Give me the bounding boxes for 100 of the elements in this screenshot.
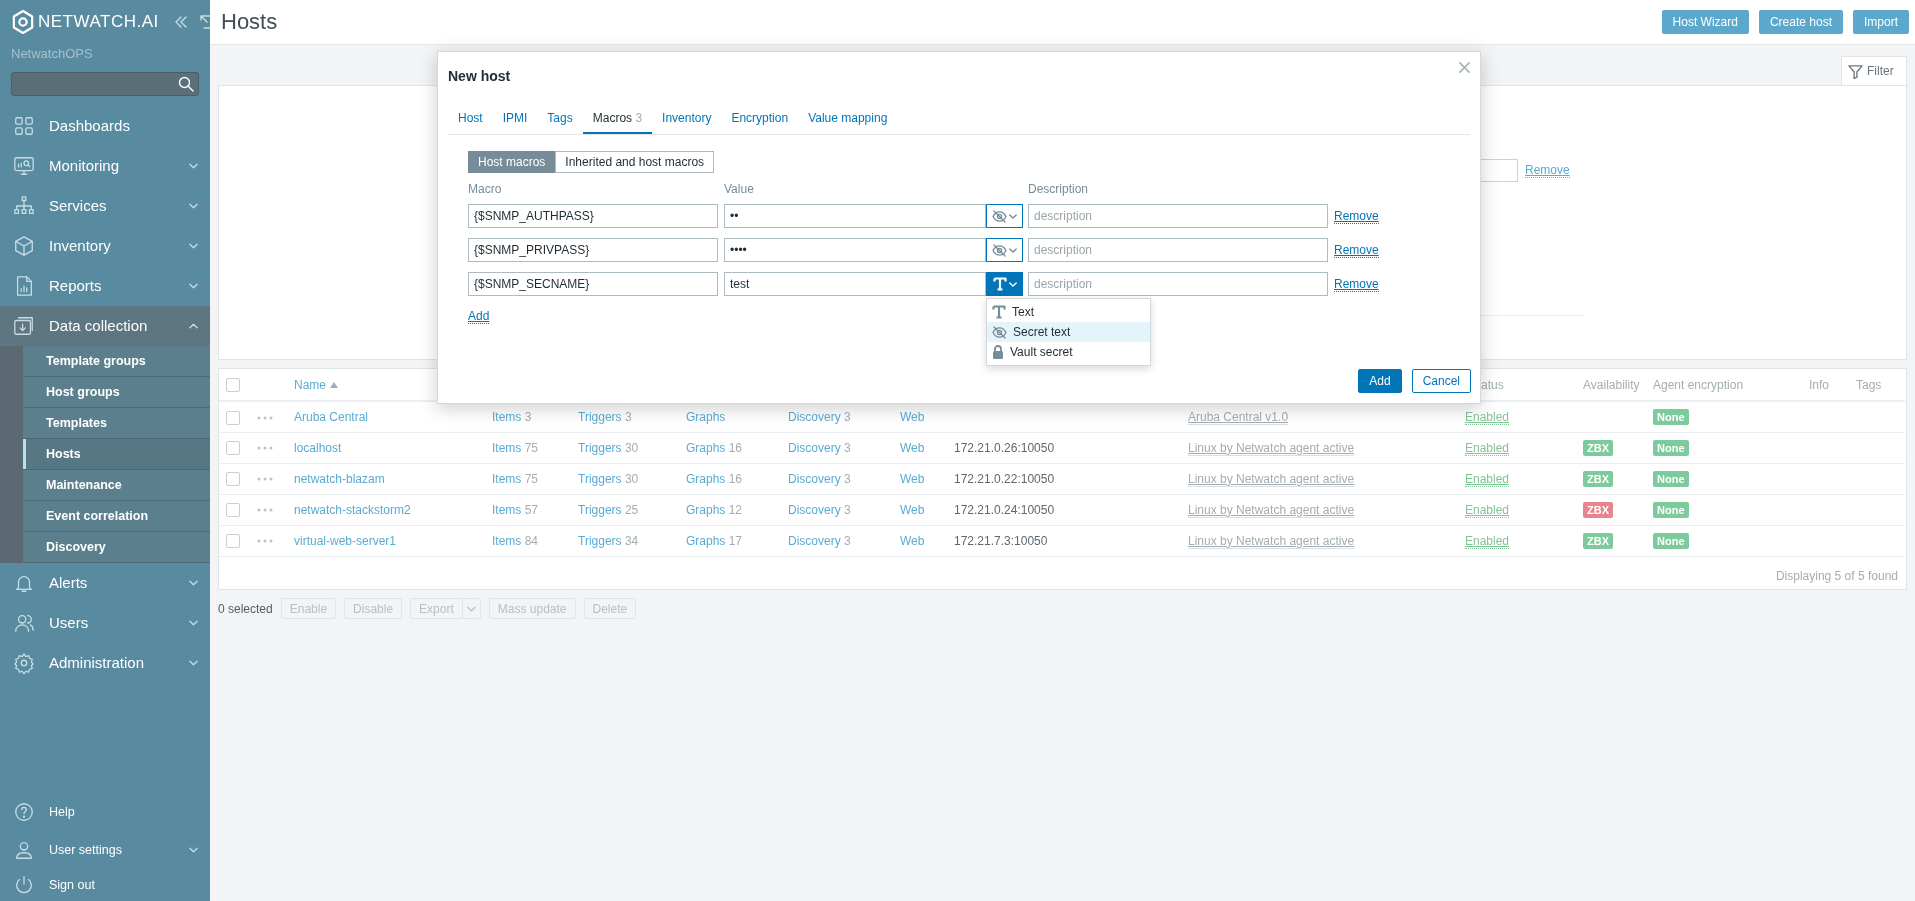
template-link[interactable]: Linux by Netwatch agent active — [1188, 440, 1355, 456]
host-link[interactable]: Triggers 25 — [578, 502, 639, 517]
value-type-button[interactable] — [986, 204, 1023, 228]
tab[interactable]: Value mapping — [798, 102, 898, 134]
template-link[interactable]: Linux by Netwatch agent active — [1188, 533, 1355, 549]
host-link[interactable]: Triggers 34 — [578, 533, 639, 548]
remove-link[interactable]: Remove — [1334, 276, 1379, 292]
menu-item[interactable]: Text — [987, 302, 1150, 322]
template-link[interactable]: Linux by Netwatch agent active — [1188, 502, 1355, 518]
remove-link[interactable]: Remove — [1334, 208, 1379, 224]
host-link[interactable]: Web — [900, 533, 925, 548]
submenu-item[interactable]: Discovery — [23, 532, 210, 563]
column-header[interactable]: Name — [294, 377, 326, 392]
menu-item[interactable]: Dashboards — [0, 106, 210, 146]
macro-field[interactable]: {$SNMP_AUTHPASS} — [468, 204, 718, 228]
host-link[interactable]: Triggers 30 — [578, 440, 639, 455]
menu-item[interactable]: Data collection — [0, 306, 210, 346]
host-link[interactable]: Discovery 3 — [788, 533, 851, 548]
submenu-item[interactable]: Template groups — [23, 346, 210, 377]
menu-item[interactable]: Reports — [0, 266, 210, 306]
menu-item[interactable]: Monitoring — [0, 146, 210, 186]
checkbox[interactable] — [226, 503, 240, 518]
tab[interactable]: Encryption — [721, 102, 799, 134]
host-name-link[interactable]: Aruba Central — [294, 409, 369, 424]
checkbox[interactable] — [226, 441, 240, 456]
description-field[interactable]: description — [1028, 272, 1328, 296]
menu-item[interactable]: Administration — [0, 643, 210, 683]
submenu-item[interactable]: Maintenance — [23, 470, 210, 501]
value-field[interactable]: •• — [724, 204, 986, 228]
menu-item[interactable]: Vault secret — [987, 342, 1150, 362]
value-field[interactable]: test — [724, 272, 986, 296]
host-link[interactable]: Items 57 — [492, 502, 539, 517]
status-link[interactable]: Enabled — [1465, 471, 1510, 487]
host-link[interactable]: Items 84 — [492, 533, 539, 548]
value-type-button[interactable] — [986, 238, 1023, 262]
submenu-item[interactable]: Templates — [23, 408, 210, 439]
checkbox[interactable] — [226, 410, 240, 425]
submenu-item[interactable]: Host groups — [23, 377, 210, 408]
description-field[interactable]: description — [1028, 238, 1328, 262]
host-link[interactable]: Web — [900, 471, 925, 486]
cancel-button[interactable]: Cancel — [1411, 369, 1471, 393]
macro-field[interactable]: {$SNMP_SECNAME} — [468, 272, 718, 296]
segment-button[interactable]: Inherited and host macros — [555, 151, 715, 173]
menu-item[interactable]: Help — [0, 793, 210, 831]
menu-item[interactable]: Alerts — [0, 563, 210, 603]
host-name-link[interactable]: localhost — [294, 440, 342, 455]
add-button[interactable]: Add — [1358, 369, 1402, 393]
host-link[interactable]: Items 75 — [492, 440, 539, 455]
checkbox[interactable] — [226, 534, 240, 549]
status-link[interactable]: Enabled — [1465, 502, 1510, 518]
description-field[interactable]: description — [1028, 204, 1328, 228]
host-link[interactable]: Items 75 — [492, 471, 539, 486]
tab[interactable]: IPMI — [492, 102, 538, 134]
menu-item[interactable]: Services — [0, 186, 210, 226]
menu-item[interactable]: Sign out — [0, 869, 210, 901]
header-button[interactable]: Create host — [1758, 10, 1843, 34]
header-button[interactable]: Host Wizard — [1661, 10, 1749, 34]
host-link[interactable]: Graphs 16 — [686, 471, 743, 486]
menu-item[interactable]: Users — [0, 603, 210, 643]
template-link[interactable]: Aruba Central v1.0 — [1188, 409, 1289, 425]
status-link[interactable]: Enabled — [1465, 409, 1510, 425]
host-name-link[interactable]: netwatch-blazam — [294, 471, 385, 486]
template-link[interactable]: Linux by Netwatch agent active — [1188, 471, 1355, 487]
host-link[interactable]: Discovery 3 — [788, 502, 851, 517]
host-link[interactable]: Graphs 17 — [686, 533, 743, 548]
host-name-link[interactable]: netwatch-stackstorm2 — [294, 502, 411, 517]
remove-link[interactable]: Remove — [1525, 163, 1570, 178]
submenu-item[interactable]: Event correlation — [23, 501, 210, 532]
segment-button[interactable]: Host macros — [468, 151, 556, 173]
tab[interactable]: Host — [448, 102, 493, 134]
add-link[interactable]: Add — [468, 309, 490, 324]
filter-tab[interactable]: Filter — [1841, 56, 1907, 85]
host-name-link[interactable]: virtual-web-server1 — [294, 533, 397, 548]
host-link[interactable]: Graphs 16 — [686, 440, 743, 455]
checkbox[interactable] — [226, 378, 240, 393]
tab[interactable]: Macros 3 — [582, 102, 653, 134]
tab[interactable]: Tags — [537, 102, 583, 134]
host-link[interactable]: Discovery 3 — [788, 471, 851, 486]
submenu-item[interactable]: Hosts — [23, 439, 210, 470]
host-link[interactable]: Graphs — [686, 409, 726, 424]
checkbox[interactable] — [226, 472, 240, 487]
value-type-button[interactable] — [986, 272, 1023, 296]
host-link[interactable]: Web — [900, 502, 925, 517]
host-link[interactable]: Discovery 3 — [788, 409, 851, 424]
host-link[interactable]: Discovery 3 — [788, 440, 851, 455]
menu-item[interactable]: User settings — [0, 831, 210, 869]
remove-link[interactable]: Remove — [1334, 242, 1379, 258]
search-field[interactable] — [11, 72, 199, 96]
host-link[interactable]: Triggers 30 — [578, 471, 639, 486]
menu-item[interactable]: Secret text — [987, 322, 1150, 342]
menu-item[interactable]: Inventory — [0, 226, 210, 266]
status-link[interactable]: Enabled — [1465, 533, 1510, 549]
host-link[interactable]: Web — [900, 409, 925, 424]
host-link[interactable]: Graphs 12 — [686, 502, 743, 517]
host-link[interactable]: Web — [900, 440, 925, 455]
status-link[interactable]: Enabled — [1465, 440, 1510, 456]
tab[interactable]: Inventory — [652, 102, 722, 134]
macro-field[interactable]: {$SNMP_PRIVPASS} — [468, 238, 718, 262]
value-field[interactable]: •••• — [724, 238, 986, 262]
host-link[interactable]: Items 3 — [492, 409, 532, 424]
